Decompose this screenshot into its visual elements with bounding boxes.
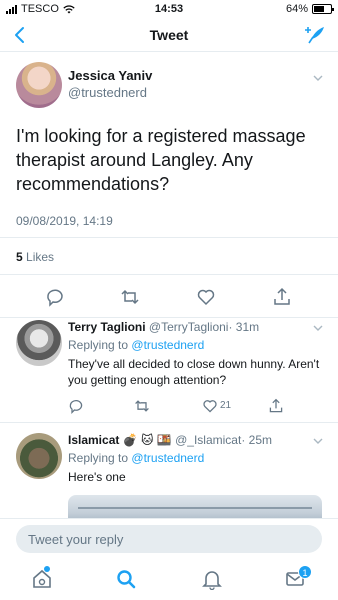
- author-handle[interactable]: @trustednerd: [68, 85, 147, 100]
- replying-prefix: Replying to: [68, 338, 129, 352]
- messages-badge: 1: [298, 565, 312, 579]
- replying-prefix: Replying to: [68, 451, 129, 465]
- avatar[interactable]: [16, 433, 62, 479]
- reply-input-placeholder: Tweet your reply: [28, 532, 124, 547]
- like-icon[interactable]: [196, 287, 216, 307]
- likes-row: 5 Likes: [0, 237, 338, 275]
- share-icon[interactable]: [268, 398, 284, 414]
- retweet-icon[interactable]: [134, 398, 150, 414]
- tweet-timestamp: 09/08/2019, 14:19: [16, 214, 113, 228]
- tweet-text: I'm looking for a registered massage the…: [16, 126, 306, 194]
- status-bar: TESCO 14:53 64%: [0, 0, 338, 18]
- home-unread-dot: [44, 566, 50, 572]
- reply-time: · 25m: [241, 433, 272, 447]
- replying-to: Replying to @trustednerd: [68, 451, 204, 465]
- chevron-down-icon[interactable]: [312, 72, 324, 84]
- reply-actions: 21: [68, 398, 318, 414]
- reply-input[interactable]: Tweet your reply: [16, 525, 322, 553]
- battery-icon: [312, 4, 334, 14]
- likes-label: Likes: [26, 250, 55, 264]
- nav-bar: Tweet: [0, 18, 338, 52]
- reply-author-handle[interactable]: @_Islamicat: [175, 433, 241, 447]
- reply-author-name[interactable]: Islamicat 💣 🐱 🍱: [68, 433, 172, 447]
- page-title: Tweet: [149, 27, 189, 43]
- replying-to: Replying to @trustednerd: [68, 338, 204, 352]
- reply-header: Islamicat 💣 🐱 🍱 @_Islamicat· 25m: [68, 433, 272, 447]
- likes-number: 5: [16, 250, 23, 264]
- reply-text: Here's one: [68, 470, 126, 484]
- chevron-down-icon[interactable]: [312, 435, 324, 447]
- battery-percent: 64%: [285, 3, 308, 15]
- likes-count[interactable]: 5 Likes: [16, 250, 54, 264]
- reply-tweet[interactable]: Terry Taglioni @TerryTaglioni· 31m Reply…: [0, 310, 338, 423]
- battery-fill: [314, 6, 325, 12]
- reply-icon[interactable]: [45, 287, 65, 307]
- reply-header: Terry Taglioni @TerryTaglioni· 31m: [68, 320, 259, 334]
- reply-time: · 31m: [228, 320, 260, 334]
- home-icon[interactable]: [31, 568, 53, 590]
- reply-composer: Tweet your reply: [0, 518, 338, 560]
- avatar[interactable]: [16, 320, 62, 366]
- like-icon[interactable]: [202, 398, 218, 414]
- search-icon[interactable]: [115, 568, 137, 590]
- share-icon[interactable]: [272, 287, 292, 307]
- avatar[interactable]: [16, 62, 62, 108]
- reply-text: They've all decided to close down hunny.…: [68, 357, 320, 387]
- status-right: 64%: [285, 3, 334, 15]
- replying-to-handle[interactable]: @trustednerd: [131, 451, 204, 465]
- compose-tweet-icon[interactable]: [304, 24, 326, 46]
- reply-icon[interactable]: [68, 398, 84, 414]
- like-count: 21: [220, 400, 232, 411]
- reply-author-handle[interactable]: @TerryTaglioni: [149, 320, 229, 334]
- chevron-down-icon[interactable]: [312, 322, 324, 334]
- tab-bar: 1: [0, 560, 338, 600]
- notifications-icon[interactable]: [201, 568, 223, 590]
- author-name[interactable]: Jessica Yaniv: [68, 68, 152, 83]
- replying-to-handle[interactable]: @trustednerd: [131, 338, 204, 352]
- retweet-icon[interactable]: [120, 287, 140, 307]
- reply-author-name[interactable]: Terry Taglioni: [68, 320, 146, 334]
